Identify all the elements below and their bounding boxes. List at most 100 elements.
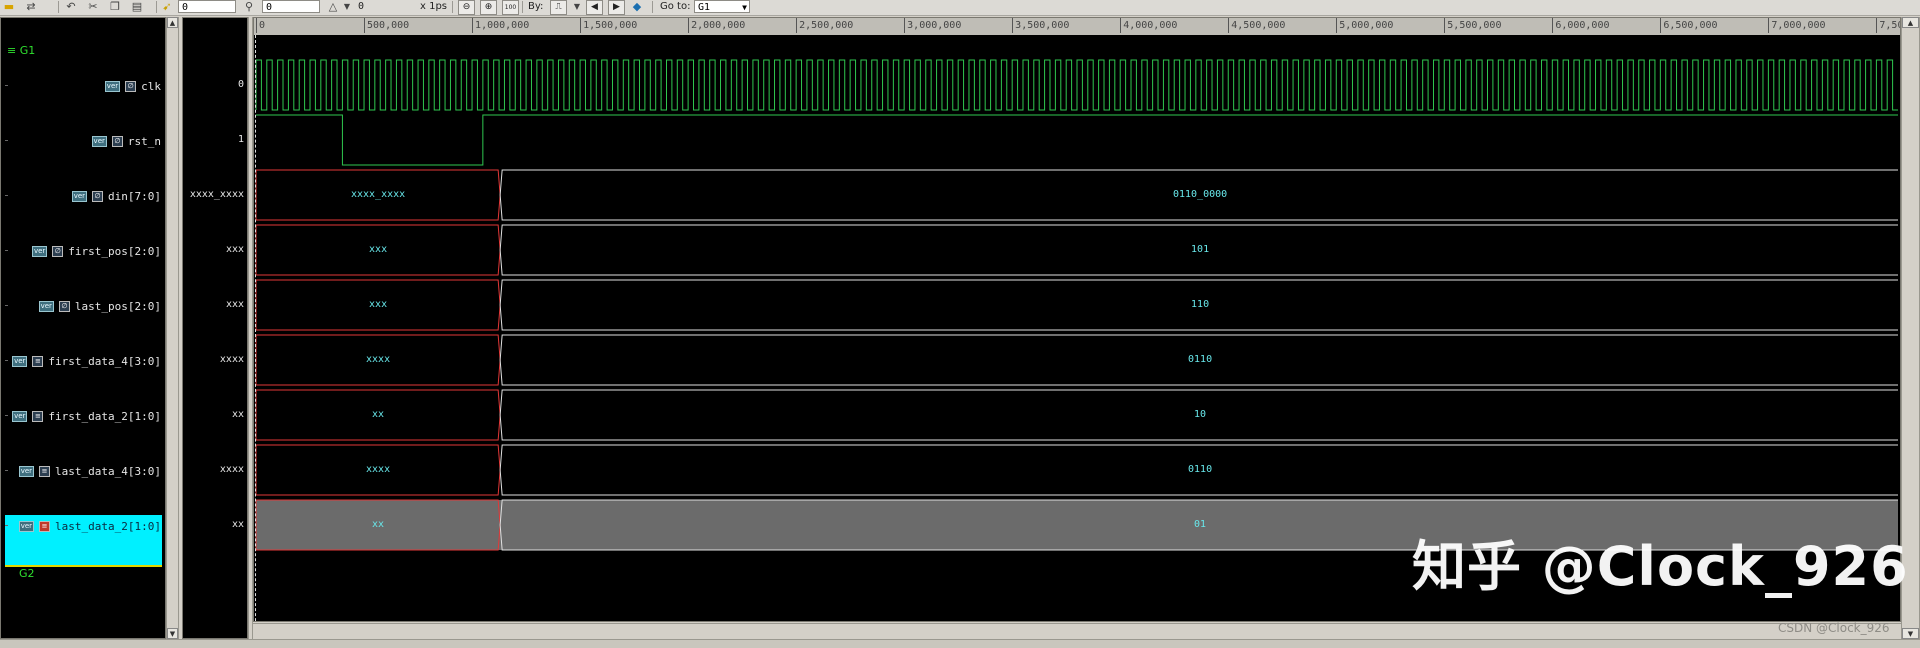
- toolbar-separator: [58, 1, 59, 13]
- signal-name: first_data_2[1:0]: [48, 409, 161, 423]
- signal-value: xx: [231, 409, 244, 420]
- ruler-tick: [472, 18, 474, 33]
- bus-label-after: 10: [1194, 409, 1207, 420]
- signal-row[interactable]: ver ∅ last_pos[2:0]: [1, 291, 165, 321]
- time-field-1[interactable]: 0: [178, 0, 236, 13]
- signal-row[interactable]: ver ∅ din[7:0]: [1, 181, 165, 211]
- undo-icon[interactable]: ↶: [64, 0, 78, 13]
- ruler-tick: [364, 18, 366, 33]
- verilog-badge-icon: ver: [18, 465, 35, 477]
- ruler-label: 3,000,000: [907, 20, 962, 31]
- signal-name: first_pos[2:0]: [68, 244, 161, 258]
- search-value-icon[interactable]: ◆: [630, 0, 644, 13]
- row-tick: [5, 470, 8, 471]
- register-icon: ≡: [32, 355, 44, 367]
- zoom-fit-icon[interactable]: 100: [502, 0, 519, 15]
- group-g1-label: G1: [19, 44, 36, 57]
- open-folder-icon[interactable]: ▬: [2, 0, 16, 13]
- signal-name: din[7:0]: [108, 189, 161, 203]
- bus-label-after: 101: [1191, 244, 1210, 255]
- zoom-in-icon[interactable]: ⊕: [480, 0, 497, 15]
- wire-icon: ∅: [52, 245, 64, 257]
- ruler-label: 7,500,000: [1879, 20, 1900, 31]
- signal-value: xxxx_xxxx: [189, 189, 244, 200]
- name-panel-scrollbar[interactable]: ▲ ▼: [166, 17, 179, 639]
- ruler-label: 0: [259, 20, 266, 31]
- ruler-label: 5,500,000: [1447, 20, 1502, 31]
- signal-label: ver ≡ first_data_2[1:0]: [12, 408, 161, 424]
- signal-value: 0: [237, 79, 244, 90]
- previous-edge-icon[interactable]: ◀: [586, 0, 603, 15]
- signal-name: first_data_4[3:0]: [48, 354, 161, 368]
- ruler-label: 2,500,000: [799, 20, 854, 31]
- wire-icon: ∅: [58, 300, 70, 312]
- ruler-tick: [796, 18, 798, 33]
- next-edge-icon[interactable]: ▶: [608, 0, 625, 15]
- time-ruler-top[interactable]: 0 500,000 1,000,000 1,500,000 2,000,000 2,500…: [254, 18, 1900, 35]
- ruler-label: 2,000,000: [691, 20, 746, 31]
- signal-label: ver ≡ first_data_4[3:0]: [12, 353, 161, 369]
- group-g2[interactable]: G2: [19, 567, 35, 580]
- signal-row[interactable]: ver ≡ last_data_4[3:0]: [1, 456, 165, 486]
- signal-row[interactable]: ver ∅ first_pos[2:0]: [1, 236, 165, 266]
- register-icon: ≡: [39, 520, 51, 532]
- row-tick: [5, 140, 8, 141]
- ruler-label: 1,500,000: [583, 20, 638, 31]
- bus-label-before: xx: [372, 409, 385, 420]
- signal-label: ver ≡ last_data_4[3:0]: [18, 463, 161, 479]
- wave-scroll-up-icon[interactable]: ▲: [1902, 17, 1919, 28]
- signal-name: last_data_4[3:0]: [55, 464, 161, 478]
- ruler-tick: [1444, 18, 1446, 33]
- delta-icon: △: [328, 0, 338, 13]
- cut-icon[interactable]: ✂: [86, 0, 100, 13]
- scroll-up-icon[interactable]: ▲: [167, 17, 178, 28]
- edge-select-icon[interactable]: ⎍: [550, 0, 567, 15]
- ruler-label: 500,000: [367, 20, 410, 31]
- ruler-tick: [1336, 18, 1338, 33]
- verilog-badge-icon: ver: [12, 410, 28, 422]
- bus-label-before: xxxx_xxxx: [350, 189, 406, 200]
- wave-scroll-down-icon[interactable]: ▼: [1902, 628, 1919, 639]
- rst-n-waveform: [256, 114, 1898, 166]
- goto-select-value: G1: [698, 2, 711, 13]
- signal-row[interactable]: ver ∅ clk: [1, 71, 165, 101]
- waveform-horizontal-scrollbar[interactable]: [253, 623, 1901, 638]
- signal-row[interactable]: ver ≡ last_data_2[1:0]: [1, 511, 165, 541]
- bus-label-after: 0110_0000: [1172, 189, 1228, 200]
- zoom-out-icon[interactable]: ⊖: [458, 0, 475, 15]
- copy-icon[interactable]: ❐: [108, 0, 122, 13]
- ruler-tick: [1228, 18, 1230, 33]
- ruler-label: 7,000,000: [1771, 20, 1826, 31]
- signal-name: last_pos[2:0]: [74, 299, 161, 313]
- row-tick: [5, 250, 8, 251]
- edge-dropdown-icon[interactable]: ▼: [570, 0, 584, 13]
- signal-value: xxxx: [219, 354, 244, 365]
- signal-row[interactable]: ver ∅ rst_n: [1, 126, 165, 156]
- pointer-icon[interactable]: ➹: [160, 0, 174, 13]
- ruler-label: 4,000,000: [1123, 20, 1178, 31]
- ruler-label: 6,500,000: [1663, 20, 1718, 31]
- ruler-label: 5,000,000: [1339, 20, 1394, 31]
- signal-name: rst_n: [127, 134, 161, 148]
- signal-row[interactable]: ver ≡ first_data_4[3:0]: [1, 346, 165, 376]
- goto-select[interactable]: G1 ▼: [694, 0, 750, 13]
- signal-row[interactable]: ver ≡ first_data_2[1:0]: [1, 401, 165, 431]
- scroll-down-icon[interactable]: ▼: [167, 628, 178, 639]
- verilog-badge-icon: ver: [38, 300, 54, 312]
- delta-dropdown-icon[interactable]: ▼: [340, 0, 354, 13]
- time-field-2[interactable]: 0: [262, 0, 320, 13]
- bus-label-after: 110: [1191, 299, 1210, 310]
- signal-name-panel: ≡ G1 ver ∅ clk ver ∅ rst_n ver ∅ din[7:0] ver ∅ fir…: [0, 17, 166, 639]
- goto-dropdown-icon[interactable]: ▼: [742, 1, 747, 14]
- group-g1[interactable]: ≡ G1: [7, 44, 35, 57]
- bus-label-before: xxx: [369, 299, 388, 310]
- signal-label: ver ∅ din[7:0]: [71, 188, 161, 204]
- marker-icon[interactable]: ⚲: [242, 0, 256, 13]
- row-tick: [5, 305, 8, 306]
- ruler-tick: [1012, 18, 1014, 33]
- signal-label: ver ∅ last_pos[2:0]: [38, 298, 161, 314]
- paste-icon[interactable]: ▤: [130, 0, 144, 13]
- reload-icon[interactable]: ⇄: [24, 0, 38, 13]
- time-cursor[interactable]: [255, 35, 256, 621]
- waveform-canvas[interactable]: [254, 35, 1900, 595]
